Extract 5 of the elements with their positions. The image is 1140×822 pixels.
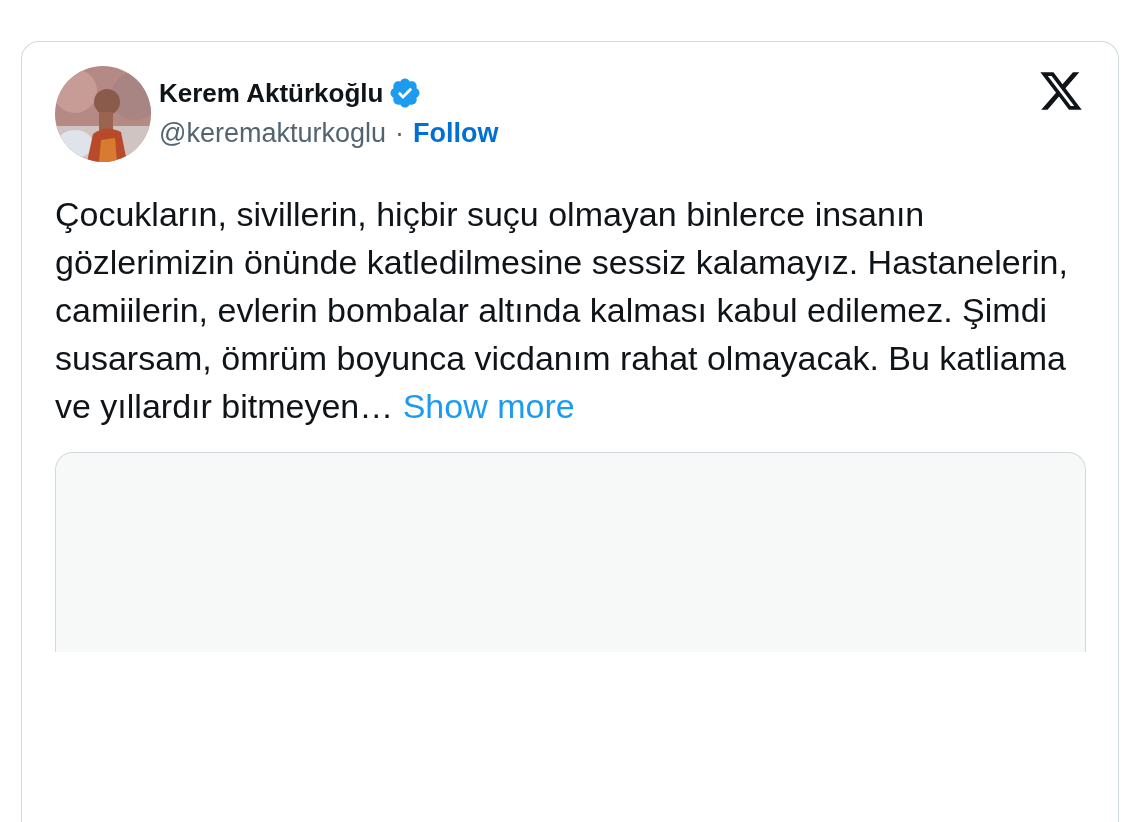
author-name[interactable]: Kerem Aktürkoğlu [159,77,384,109]
tweet-text: Çocukların, sivillerin, hiçbir suçu olmayan binlerce insanın gözlerimizin önünde katledilmesine sessiz kalamayız. Hastanelerin, camiilerin, evlerin bombalar altında kalması kabul edilemez. Şimdi susarsam, ömrüm boyunca vicdanım rahat olmayacak. Bu katliama ve yıllardır bitmeyen… Show more [55,194,1069,427]
separator-dot: · [395,117,404,150]
author-handle[interactable]: @keremakturkoglu [159,116,386,150]
follow-link[interactable]: Follow [413,116,499,150]
